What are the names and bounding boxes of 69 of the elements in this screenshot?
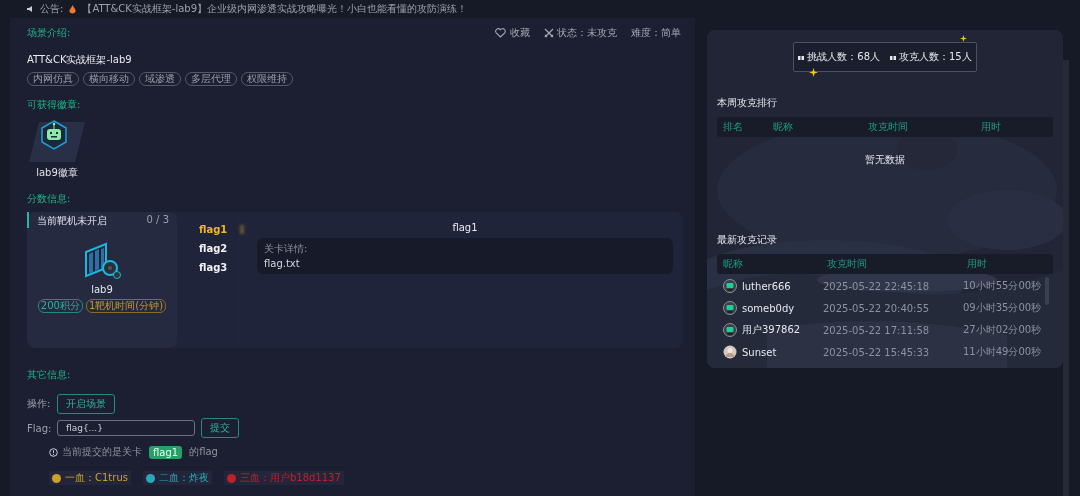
flag-tab[interactable]: flag1 [199, 224, 228, 235]
user-name: someb0dy [742, 302, 795, 314]
flag-tab[interactable]: flag3 [199, 262, 228, 273]
page-scrollbar[interactable] [1063, 60, 1069, 496]
flag-tab[interactable]: flag2 [199, 243, 228, 254]
solve-time: 2025-05-22 17:11:58 [823, 324, 931, 336]
solve-time: 2025-05-22 22:45:18 [823, 280, 931, 292]
column-header: 攻克时间 [827, 257, 868, 271]
solve-duration: 11小时49分00秒 [963, 345, 1042, 359]
column-header: 用时 [967, 257, 988, 271]
flag-label: Flag: [27, 422, 53, 434]
info-icon [49, 447, 58, 457]
sparkle-icon [809, 68, 818, 77]
detail-text: flag.txt [264, 258, 301, 269]
column-header: 排名 [723, 120, 744, 134]
points-tag: 200积分 [37, 299, 83, 313]
solve-duration: 09小时35分00秒 [963, 301, 1042, 315]
machine-name: lab9 [91, 284, 113, 295]
solve-duration: 10小时55分00秒 [963, 279, 1042, 293]
flag-input[interactable]: flag{...} [57, 420, 195, 436]
solve-duration: 27小时02分00秒 [963, 323, 1042, 337]
column-header: 昵称 [773, 120, 794, 134]
section-heading: 最新攻克记录 [717, 233, 778, 247]
scene-title: ATT&CK实战框架-lab9 [27, 53, 133, 67]
hint-text: 的flag [189, 445, 218, 459]
solved-count: 0 / 3 [146, 214, 169, 227]
user-name: luther666 [742, 280, 791, 292]
announcement-text: 【ATT&CK实战框架-lab9】企业级内网渗透实战攻略曝光！小白也能看懂的攻防演练！ [82, 2, 468, 16]
solve-time: 2025-05-22 15:45:33 [823, 346, 931, 358]
hint-text: 当前提交的是关卡 [62, 445, 142, 459]
empty-message: 暂无数据 [864, 153, 906, 167]
people-icon [798, 54, 805, 60]
submit-button[interactable]: 提交 [201, 418, 239, 438]
blood-record: 一血：C1trus [49, 471, 131, 485]
section-heading: 其它信息: [27, 368, 72, 382]
sparkle-icon [960, 35, 967, 42]
user-name: Sunset [742, 346, 777, 358]
badge-name: lab9徽章 [36, 166, 78, 180]
blood-record: 二血：炸夜 [142, 471, 212, 485]
announcement-label: 公告: [40, 2, 64, 16]
column-header: 攻克时间 [868, 120, 909, 134]
blood-record: 三血：用户b18d1137 [223, 471, 344, 485]
column-header: 昵称 [723, 257, 744, 271]
favorite-button[interactable]: 收藏 [495, 26, 530, 40]
section-heading: 场景介绍: [27, 26, 71, 40]
robot-badge-icon [27, 118, 87, 164]
stat-text: 挑战人数：68人 [798, 50, 880, 64]
heart-icon [495, 28, 506, 38]
start-scene-button[interactable]: 开启场景 [57, 394, 115, 414]
time-tag: 1靶机时间(分钟) [85, 299, 167, 313]
solve-time: 2025-05-22 20:40:55 [823, 302, 931, 314]
user-name: 用户397862 [742, 323, 801, 337]
section-heading: 本周攻克排行 [717, 96, 778, 110]
crossed-swords-icon [544, 28, 554, 38]
people-icon [890, 54, 896, 60]
person-avatar-icon [723, 345, 737, 359]
detail-label: 关卡详情: [264, 242, 309, 256]
operation-label: 操作: [27, 397, 52, 411]
status-text: 状态：未攻克 [557, 26, 617, 40]
flag-title: flag1 [451, 222, 479, 233]
flag-badge: flag1 [149, 445, 183, 459]
column-header: 用时 [981, 120, 1002, 134]
section-heading: 分数信息: [27, 192, 72, 206]
difficulty-text: 难度：简单 [631, 26, 681, 40]
speaker-icon [26, 5, 34, 13]
flame-icon [69, 4, 77, 14]
stat-text: 攻克人数：15人 [890, 50, 972, 64]
machine-status: 当前靶机未开启 [37, 214, 107, 228]
section-heading: 可获得徽章: [27, 98, 82, 112]
